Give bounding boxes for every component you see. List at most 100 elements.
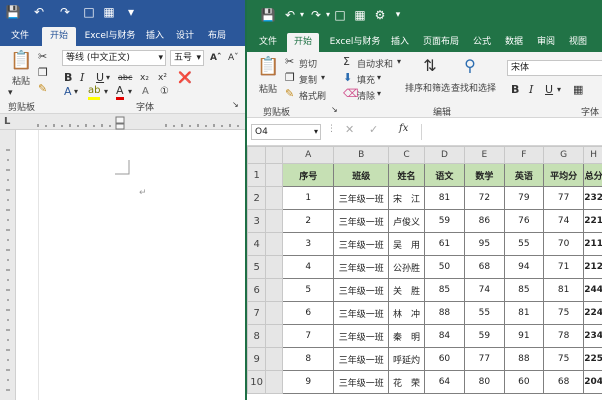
superscript-icon[interactable]: x²: [158, 71, 167, 85]
row-header[interactable]: 6: [247, 278, 267, 302]
table-cell[interactable]: 三年级一班: [333, 232, 390, 256]
undo-icon[interactable]: ↶: [30, 3, 48, 21]
word-tab-excel-finance[interactable]: Excel与财务: [80, 27, 140, 46]
cut-icon[interactable]: ✂: [38, 50, 47, 64]
cut-icon[interactable]: ✂: [285, 55, 294, 69]
header-cell[interactable]: 英语: [503, 163, 544, 187]
formula-input[interactable]: [421, 124, 602, 140]
table-cell[interactable]: 71: [542, 255, 585, 279]
table-cell[interactable]: 三年级一班: [333, 255, 390, 279]
excel-tab-home[interactable]: 开始: [287, 33, 319, 52]
excel-paste-label[interactable]: 粘贴: [259, 82, 277, 95]
table-cell[interactable]: 75: [542, 301, 585, 325]
font-color-icon[interactable]: A: [116, 85, 124, 100]
tab-selector-icon[interactable]: L: [4, 116, 10, 127]
add-in-icon[interactable]: ⚙: [371, 6, 389, 24]
select-all-corner[interactable]: [247, 146, 267, 164]
text-effects-icon[interactable]: A: [64, 85, 72, 99]
save-icon[interactable]: 💾: [259, 6, 277, 24]
table-cell[interactable]: 55: [503, 232, 544, 256]
table-cell[interactable]: 94: [503, 255, 544, 279]
table-cell[interactable]: 86: [463, 209, 505, 233]
word-font-name-select[interactable]: 等线 (中文正文) ▾: [62, 50, 166, 66]
excel-sort-filter-label[interactable]: 排序和筛选: [405, 81, 450, 94]
text-effects-dropdown-icon[interactable]: ▾: [74, 85, 78, 99]
print-preview-icon[interactable]: ▦: [100, 3, 118, 21]
underline-icon[interactable]: U: [545, 83, 553, 97]
strikethrough-icon[interactable]: abc: [118, 71, 132, 85]
table-cell[interactable]: 三年级一班: [333, 209, 390, 233]
excel-tab-view[interactable]: 视图: [565, 33, 591, 52]
table-cell[interactable]: 三年级一班: [333, 370, 390, 394]
table-cell[interactable]: 81: [423, 186, 465, 210]
table-cell[interactable]: 80: [463, 370, 505, 394]
word-font-size-select[interactable]: 五号 ▾: [170, 50, 204, 66]
clipboard-dialog-launcher-icon[interactable]: ↘: [331, 103, 338, 117]
customize-qat-icon[interactable]: ▾: [122, 3, 140, 21]
worksheet-grid[interactable]: A B C D E F G H 1 序号 班级 姓名 语文 数学 英语 平均分 总分 2 1 三年级一班宋 江 81 72…: [247, 146, 602, 400]
copy-icon[interactable]: ❐: [38, 66, 48, 80]
table-cell[interactable]: 7: [282, 324, 335, 348]
table-cell[interactable]: 74: [542, 209, 585, 233]
enclose-character-icon[interactable]: ①: [160, 85, 169, 99]
font-dialog-launcher-icon[interactable]: ↘: [232, 98, 239, 112]
header-cell[interactable]: 语文: [423, 163, 465, 187]
paste-icon[interactable]: 📋: [10, 50, 32, 72]
table-cell[interactable]: 8: [282, 347, 335, 371]
table-cell[interactable]: 59: [423, 209, 465, 233]
word-paste-label[interactable]: 粘贴: [12, 74, 30, 87]
table-cell[interactable]: 204: [583, 370, 602, 394]
character-shading-icon[interactable]: A: [142, 85, 149, 99]
italic-icon[interactable]: I: [80, 71, 84, 85]
column-header[interactable]: E: [463, 146, 505, 164]
column-header[interactable]: C: [388, 146, 425, 164]
table-cell[interactable]: 88: [423, 301, 465, 325]
table-cell[interactable]: 70: [542, 232, 585, 256]
row-header[interactable]: 7: [247, 301, 267, 325]
table-cell[interactable]: 75: [542, 347, 585, 371]
new-workbook-icon[interactable]: □: [331, 6, 349, 24]
table-cell[interactable]: 5: [282, 278, 335, 302]
sort-filter-icon[interactable]: ⇅: [419, 56, 441, 76]
worksheet-table[interactable]: A B C D E F G H 1 序号 班级 姓名 语文 数学 英语 平均分 总分 2 1 三年级一班宋 江 81 72…: [247, 146, 602, 394]
row-header[interactable]: 1: [247, 163, 267, 187]
copy-icon[interactable]: ❐: [285, 71, 295, 85]
table-cell[interactable]: 3: [282, 232, 335, 256]
table-cell[interactable]: 212: [583, 255, 602, 279]
table-cell[interactable]: 61: [423, 232, 465, 256]
table-cell[interactable]: 55: [463, 301, 505, 325]
table-cell[interactable]: 三年级一班: [333, 301, 390, 325]
table-cell[interactable]: 秦 明: [388, 324, 425, 348]
autosum-dropdown-icon[interactable]: ▾: [397, 55, 401, 69]
header-cell[interactable]: 班级: [333, 163, 390, 187]
table-cell[interactable]: 77: [542, 186, 585, 210]
row-header[interactable]: 10: [247, 370, 267, 394]
column-header-blank[interactable]: [265, 146, 284, 164]
excel-format-painter-label[interactable]: 格式刷: [299, 89, 326, 102]
highlight-color-icon[interactable]: ab: [88, 85, 101, 100]
excel-font-name-select[interactable]: 宋体: [507, 60, 602, 76]
header-cell[interactable]: 平均分: [542, 163, 585, 187]
word-tab-design[interactable]: 设计: [172, 27, 198, 46]
fill-dropdown-icon[interactable]: ▾: [377, 71, 381, 85]
highlight-dropdown-icon[interactable]: ▾: [104, 85, 108, 99]
column-header[interactable]: H: [583, 146, 602, 164]
table-cell[interactable]: 64: [423, 370, 465, 394]
excel-clear-label[interactable]: 清除: [357, 89, 375, 102]
column-header[interactable]: F: [503, 146, 544, 164]
paste-dropdown-icon[interactable]: ▾: [8, 86, 13, 100]
table-cell[interactable]: 三年级一班: [333, 186, 390, 210]
underline-dropdown-icon[interactable]: ▾: [106, 71, 110, 85]
table-cell[interactable]: 公孙胜: [388, 255, 425, 279]
column-header[interactable]: A: [282, 146, 335, 164]
find-select-icon[interactable]: ⚲: [459, 56, 481, 76]
font-color-dropdown-icon[interactable]: ▾: [128, 85, 132, 99]
excel-find-select-label[interactable]: 查找和选择: [451, 81, 496, 94]
fill-icon[interactable]: ⬇: [343, 71, 352, 85]
bold-icon[interactable]: B: [64, 71, 72, 85]
document-area[interactable]: ↵: [16, 130, 246, 400]
excel-tab-page-layout[interactable]: 页面布局: [419, 33, 463, 52]
table-cell[interactable]: 221: [583, 209, 602, 233]
format-painter-icon[interactable]: ✎: [285, 87, 294, 101]
table-cell[interactable]: 59: [463, 324, 505, 348]
